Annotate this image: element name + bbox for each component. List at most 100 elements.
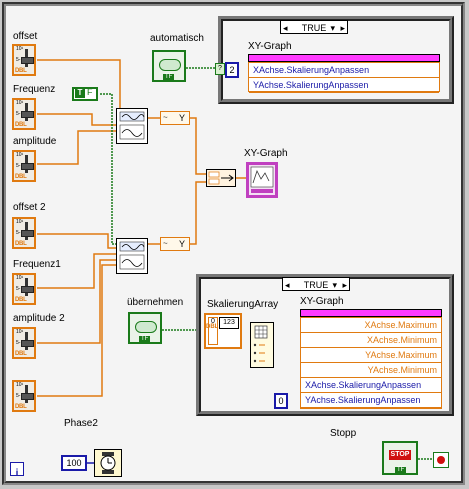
prop-x-max[interactable]: XAchse.Maximum	[301, 318, 441, 333]
case-dropdown-icon[interactable]: ▾	[330, 21, 335, 35]
label-xy-graph-top: XY-Graph	[248, 41, 292, 52]
stop-wire	[418, 458, 434, 460]
tf-tag: TF	[139, 336, 151, 342]
dbl-tag: DBL	[15, 351, 27, 357]
label-amplitude: amplitude	[13, 136, 57, 147]
label-xy-graph-terminal: XY-Graph	[244, 148, 288, 159]
wire-phase2	[37, 264, 116, 397]
tf-tag: TF	[163, 74, 175, 80]
waveform-icon: ~	[163, 113, 168, 122]
automatisch-toggle[interactable]: TF	[152, 50, 186, 82]
wire-amplitude2	[37, 259, 116, 344]
dbl-tag: DBL	[15, 241, 27, 247]
next-case-icon[interactable]: ▸	[340, 21, 345, 35]
wire-frequenz	[37, 113, 116, 126]
label-skalierung-array: SkalierungArray	[207, 299, 279, 310]
frequenz1-control[interactable]: 10¹ 5- DBL	[12, 273, 36, 305]
label-phase2: Phase2	[64, 418, 98, 429]
xy-graph-terminal[interactable]	[246, 162, 278, 198]
prop-y-min[interactable]: YAchse.Minimum	[301, 363, 441, 378]
case-selector-top[interactable]: ◂ TRUE ▾ ▸	[280, 20, 348, 34]
toggle-pill	[159, 59, 181, 71]
label-xy-graph-bottom: XY-Graph	[300, 296, 344, 307]
slider-knob[interactable]	[21, 340, 34, 347]
prop-x-scale[interactable]: XAchse.SkalierungAnpassen	[301, 378, 441, 393]
y-extract-1[interactable]: ~ Y	[160, 111, 190, 125]
stop-label: STOP	[389, 450, 411, 460]
case-value: TRUE	[301, 23, 327, 33]
wire-y2	[190, 181, 206, 245]
index-array-icon	[253, 325, 268, 363]
wait-ms-constant[interactable]: 100	[61, 455, 87, 471]
y-extract-2[interactable]: ~ Y	[160, 237, 190, 251]
iteration-terminal: i	[10, 462, 24, 479]
toggle-pill	[135, 321, 157, 333]
prop-y-max[interactable]: YAchse.Maximum	[301, 348, 441, 363]
slider-knob[interactable]	[21, 286, 34, 293]
dbl-tag: DBL	[15, 174, 27, 180]
wire-bool-1	[100, 93, 113, 118]
prop-x-min[interactable]: XAchse.Minimum	[301, 333, 441, 348]
prev-case-icon[interactable]: ◂	[285, 278, 290, 292]
uebernehmen-toggle[interactable]: TF	[128, 312, 162, 344]
stop-button[interactable]: STOP TF	[382, 441, 418, 475]
property-node-bottom-header	[300, 309, 442, 317]
slider-knob[interactable]	[21, 163, 34, 170]
slider-knob[interactable]	[21, 111, 34, 118]
property-node-top[interactable]: XAchse.SkalierungAnpassen YAchse.Skalier…	[248, 62, 440, 93]
frequenz-control[interactable]: 10¹ 5- DBL	[12, 98, 36, 130]
wire-offset2	[37, 233, 116, 249]
property-node-bottom[interactable]: XAchse.Maximum XAchse.Minimum YAchse.Max…	[300, 317, 442, 409]
waveform-icon: ~	[163, 239, 168, 248]
tick-label: 10¹	[16, 46, 24, 52]
tick-label: 10¹	[16, 100, 24, 106]
index-array-node[interactable]	[250, 322, 274, 368]
cluster-tag: 123	[219, 317, 239, 329]
label-uebernehmen: übernehmen	[127, 297, 184, 308]
watch-icon	[100, 452, 116, 474]
tick-label: 10¹	[16, 152, 24, 158]
tick-label: 5-	[16, 286, 21, 292]
tick-label: 5-	[16, 393, 21, 399]
build-array-node[interactable]	[206, 169, 236, 187]
sine-icon	[119, 241, 145, 270]
case-value: TRUE	[303, 280, 329, 290]
prop-y-scale[interactable]: YAchse.SkalierungAnpassen	[249, 78, 439, 93]
slider-knob[interactable]	[21, 393, 34, 400]
true-constant[interactable]: T F	[72, 87, 98, 101]
block-diagram: offset 10¹ 5- DBL Frequenz 10¹ 5- DBL am…	[0, 0, 469, 489]
true-const-text: T	[75, 88, 85, 98]
offset-control[interactable]: 10¹ 5- DBL	[12, 44, 36, 76]
next-case-icon[interactable]: ▸	[342, 278, 347, 292]
slider-knob[interactable]	[21, 230, 34, 237]
tick-label: 5-	[16, 230, 21, 236]
prop-y-scale[interactable]: YAchse.SkalierungAnpassen	[301, 393, 441, 408]
phase2-control[interactable]: 10¹ 5- DBL	[12, 380, 36, 412]
signal-generator-2[interactable]	[116, 238, 148, 274]
prev-case-icon[interactable]: ◂	[283, 21, 288, 35]
true-const-arrow: F	[87, 87, 93, 97]
amplitude2-control[interactable]: 10¹ 5- DBL	[12, 327, 36, 359]
info-icon: i	[15, 468, 19, 479]
prop-x-scale[interactable]: XAchse.SkalierungAnpassen	[249, 63, 439, 78]
signal-generator-1[interactable]	[116, 108, 148, 144]
const-0[interactable]: 0	[274, 393, 288, 409]
case-selector-bottom[interactable]: ◂ TRUE ▾ ▸	[282, 277, 350, 291]
slider-knob[interactable]	[21, 57, 34, 64]
tick-label: 10¹	[16, 329, 24, 335]
dbl-tag: DBL	[15, 404, 27, 410]
loop-condition-icon[interactable]	[433, 452, 449, 468]
case-dropdown-icon[interactable]: ▾	[332, 278, 337, 292]
label-automatisch: automatisch	[150, 33, 204, 44]
index-display: 0	[208, 317, 218, 345]
offset2-control[interactable]: 10¹ 5- DBL	[12, 217, 36, 249]
wait-timer-node[interactable]	[94, 449, 122, 477]
tick-label: 10¹	[16, 219, 24, 225]
const-2[interactable]: 2	[225, 62, 239, 78]
graph-icon	[250, 166, 274, 193]
skalierung-array-control[interactable]: 0 123 DBL	[204, 313, 242, 349]
tick-label: 5-	[16, 111, 21, 117]
amplitude-control[interactable]: 10¹ 5- DBL	[12, 150, 36, 182]
label-stopp: Stopp	[330, 428, 357, 439]
label-frequenz: Frequenz	[13, 84, 56, 95]
